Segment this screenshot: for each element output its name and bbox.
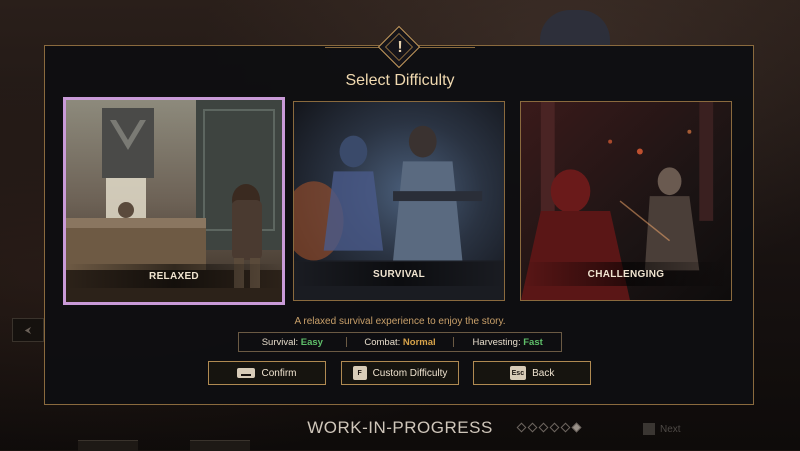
next-label: Next	[660, 423, 681, 435]
stat-label: Combat:	[364, 336, 401, 348]
page-dot[interactable]	[549, 422, 560, 433]
stat-label: Harvesting:	[472, 336, 521, 348]
page-indicator	[516, 422, 582, 433]
stat-harvesting: Harvesting: Fast	[454, 337, 561, 348]
stat-value: Easy	[300, 336, 323, 348]
page-dot[interactable]	[538, 422, 549, 433]
back-label: Back	[532, 367, 555, 379]
difficulty-description: A relaxed survival experience to enjoy t…	[294, 316, 506, 327]
spacebar-icon	[237, 368, 256, 378]
difficulty-card-relaxed[interactable]: RELAXED	[63, 97, 285, 305]
confirm-label: Confirm	[261, 367, 297, 379]
card-label-challenging: CHALLENGING	[587, 269, 665, 280]
f-key-icon: F	[352, 366, 367, 380]
stat-survival: Survival: Easy	[239, 337, 346, 348]
page-dot[interactable]	[527, 422, 538, 433]
page-dot[interactable]	[560, 422, 571, 433]
exclamation-icon: !	[397, 39, 403, 56]
next-key-icon	[643, 423, 655, 435]
back-button[interactable]: Esc Back	[473, 361, 591, 385]
stat-label: Survival:	[261, 336, 299, 348]
esc-key-icon: Esc	[509, 366, 527, 380]
next-button[interactable]: Next	[643, 423, 681, 435]
stat-value: Normal	[402, 336, 436, 348]
custom-difficulty-label: Custom Difficulty	[372, 367, 448, 379]
background-bar	[78, 440, 138, 451]
custom-difficulty-button[interactable]: F Custom Difficulty	[341, 361, 459, 385]
difficulty-card-challenging[interactable]: CHALLENGING	[520, 101, 732, 301]
card-label-relaxed: RELAXED	[149, 271, 199, 282]
confirm-button[interactable]: Confirm	[208, 361, 326, 385]
background-bar	[190, 440, 250, 451]
stat-combat: Combat: Normal	[347, 337, 454, 348]
page-dot-active[interactable]	[571, 422, 582, 433]
difficulty-card-survival[interactable]: SURVIVAL	[293, 101, 505, 301]
page-dot[interactable]	[516, 422, 527, 433]
stat-value: Fast	[523, 336, 543, 348]
dialog-title: Select Difficulty	[345, 72, 455, 89]
difficulty-stats: Survival: Easy Combat: Normal Harvesting…	[238, 332, 562, 352]
card-label-survival: SURVIVAL	[372, 269, 426, 280]
